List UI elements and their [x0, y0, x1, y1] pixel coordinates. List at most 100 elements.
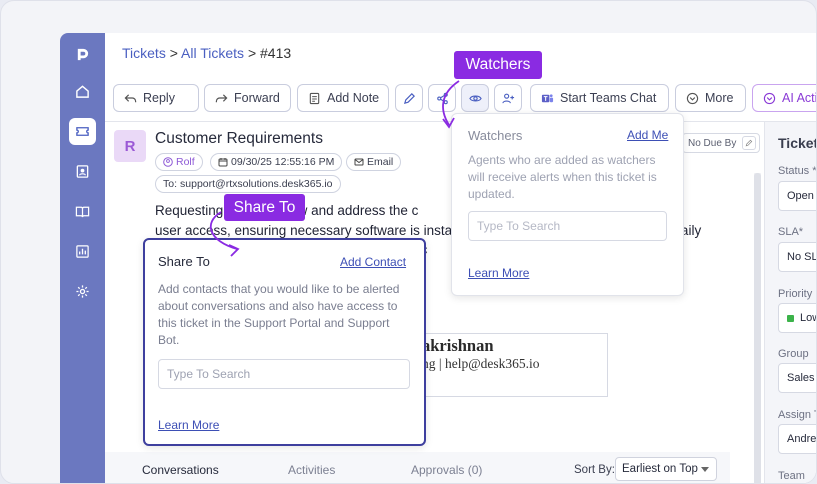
conversation-tabs-bar: Conversations Activities Approvals (0) S…	[105, 452, 730, 483]
due-by-value: No Due By	[688, 137, 737, 149]
settings-gear-icon[interactable]	[69, 278, 96, 305]
home-icon[interactable]	[69, 78, 96, 105]
watchers-learn-more-link[interactable]: Learn More	[468, 266, 529, 280]
tab-conversations[interactable]: Conversations	[142, 463, 219, 477]
watchers-popup: Watchers Add Me Agents who are added as …	[451, 113, 684, 296]
group-value: Sales	[787, 372, 815, 384]
scrollbar-thumb[interactable]	[754, 173, 761, 483]
reply-label: Reply	[143, 91, 175, 105]
breadcrumb-tickets-link[interactable]: Tickets	[122, 45, 166, 61]
nav-rail	[60, 33, 105, 483]
add-agent-button[interactable]	[494, 84, 522, 112]
add-user-icon	[501, 93, 514, 103]
channel-name: Email	[367, 156, 394, 168]
signature-contact: ng | help@desk365.io	[422, 356, 540, 371]
add-contact-link[interactable]: Add Contact	[340, 255, 406, 269]
contacts-icon[interactable]	[69, 158, 96, 185]
mail-icon	[354, 158, 364, 166]
assign-label: Assign T	[778, 409, 817, 421]
share-to-learn-more-link[interactable]: Learn More	[158, 418, 219, 432]
channel-chip: Email	[346, 153, 402, 171]
sort-by-select[interactable]: Earliest on Top	[615, 457, 717, 481]
reply-button[interactable]: Reply	[113, 84, 199, 112]
sla-label: SLA*	[778, 226, 804, 238]
panel-title: Ticket	[778, 135, 817, 151]
start-teams-chat-label: Start Teams Chat	[560, 91, 657, 105]
note-icon	[309, 92, 320, 104]
teams-icon	[541, 93, 554, 102]
tab-approvals[interactable]: Approvals (0)	[411, 463, 482, 477]
reports-icon[interactable]	[69, 238, 96, 265]
status-label: Status *	[778, 165, 817, 177]
tickets-icon[interactable]	[69, 118, 96, 145]
team-label: Team	[778, 470, 805, 482]
group-select[interactable]: Sales	[778, 363, 816, 393]
due-by-field[interactable]: No Due By	[682, 133, 760, 153]
add-note-label: Add Note	[327, 91, 380, 105]
watchers-button[interactable]	[461, 84, 489, 112]
share-icon	[436, 92, 448, 104]
sla-select[interactable]: No SLA	[778, 242, 816, 272]
more-button[interactable]: More	[675, 84, 746, 112]
breadcrumb-separator: >	[247, 45, 257, 61]
status-select[interactable]: Open	[778, 181, 816, 211]
share-to-search-input[interactable]: Type To Search	[158, 359, 410, 389]
priority-value: Low	[800, 312, 816, 324]
forward-button[interactable]: Forward	[204, 84, 291, 112]
share-to-callout: Share To	[224, 194, 305, 221]
reply-icon	[124, 93, 137, 102]
breadcrumb-separator: >	[169, 45, 178, 61]
edit-button[interactable]	[395, 84, 423, 112]
user-circle-icon	[163, 157, 173, 167]
group-label: Group	[778, 348, 809, 360]
status-value: Open	[787, 190, 814, 202]
ai-actions-button[interactable]: AI Action	[752, 84, 816, 112]
priority-label: Priority	[778, 288, 813, 300]
to-label: To:	[163, 178, 178, 190]
to-address-chip: To: support@rtxsolutions.desk365.io	[155, 175, 341, 193]
ticket-properties-panel: Ticket Status * Open SLA* No SLA Priorit…	[764, 122, 817, 483]
signature-name: akrishnan	[422, 336, 494, 355]
assign-select[interactable]: Andrew	[778, 424, 817, 454]
eye-icon	[468, 95, 482, 101]
sort-by-value: Earliest on Top	[622, 463, 698, 475]
ticket-subject: Customer Requirements	[155, 130, 323, 147]
start-teams-chat-button[interactable]: Start Teams Chat	[530, 84, 669, 112]
logo-icon[interactable]	[69, 41, 96, 68]
breadcrumb: Tickets > All Tickets > #413	[122, 45, 291, 61]
forward-icon	[215, 93, 228, 102]
add-me-link[interactable]: Add Me	[627, 128, 668, 142]
share-to-popup: Share To Add Contact Add contacts that y…	[143, 238, 426, 446]
priority-indicator	[787, 314, 794, 322]
due-by-edit-icon[interactable]	[742, 136, 756, 150]
breadcrumb-ticket-id: #413	[260, 45, 292, 61]
ai-actions-label: AI Action	[782, 91, 816, 105]
requester-name: Rolf	[176, 156, 195, 168]
created-date: 09/30/25 12:55:16 PM	[231, 156, 335, 168]
add-note-button[interactable]: Add Note	[297, 84, 389, 112]
share-to-popup-title: Share To	[158, 254, 210, 269]
breadcrumb-all-tickets-link[interactable]: All Tickets	[181, 45, 244, 61]
knowledge-base-icon[interactable]	[69, 198, 96, 225]
watchers-description: Agents who are added as watchers will re…	[468, 153, 657, 201]
tab-activities[interactable]: Activities	[288, 463, 335, 477]
caret-down-icon	[701, 467, 709, 472]
priority-select[interactable]: Low	[778, 303, 816, 333]
more-label: More	[705, 91, 734, 105]
content-scrollbar[interactable]	[754, 173, 761, 483]
ai-chevron-icon	[763, 92, 776, 104]
watchers-popup-title: Watchers	[468, 128, 523, 143]
ticket-toolbar: Reply Forward Add Note Start Teams Chat …	[113, 84, 816, 112]
forward-label: Forward	[234, 91, 280, 105]
to-address: support@rtxsolutions.desk365.io	[180, 178, 333, 190]
chevron-down-circle-icon	[686, 92, 699, 104]
share-to-description: Add contacts that you would like to be a…	[158, 282, 400, 347]
watchers-search-input[interactable]: Type To Search	[468, 211, 667, 241]
pencil-icon	[403, 92, 415, 104]
calendar-icon	[218, 158, 228, 167]
screenshot-frame: Tickets > All Tickets > #413 Reply Forwa…	[0, 0, 817, 484]
sort-by-label: Sort By:	[574, 464, 615, 476]
share-to-button[interactable]	[428, 84, 456, 112]
requester-chip[interactable]: Rolf	[155, 153, 203, 171]
assign-value: Andrew	[787, 433, 817, 445]
